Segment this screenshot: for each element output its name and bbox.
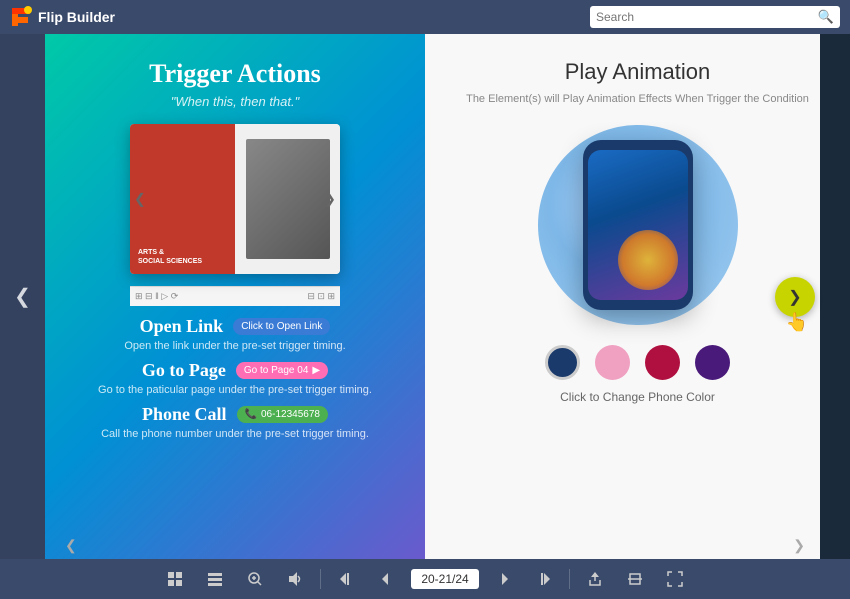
phone-call-button[interactable]: 📞 06-12345678: [237, 406, 328, 423]
phone-mockup: [583, 140, 693, 310]
book-preview-image: [246, 139, 330, 259]
phone-screen-glow: [618, 230, 678, 290]
open-link-action: Open Link Click to Open Link Open the li…: [65, 316, 405, 352]
book-preview: ARTS &SOCIAL SCIENCES ❮ ❯: [130, 124, 340, 274]
color-swatch-purple[interactable]: [695, 345, 730, 380]
go-to-page-desc: Go to the paticular page under the pre-s…: [98, 384, 372, 396]
phone-circle: [538, 125, 738, 325]
phone-screen: [588, 150, 688, 300]
go-to-page-icon: ▶: [312, 365, 320, 376]
left-page: Trigger Actions "When this, then that." …: [45, 34, 425, 559]
phone-call-title: Phone Call: [142, 404, 227, 425]
sound-button[interactable]: [275, 559, 315, 599]
search-input[interactable]: [596, 10, 818, 24]
book-toolbar: ⊞ ⊟ ‖ ▷ ⟳ ⊟ ⊡ ⊞: [130, 286, 340, 306]
go-to-page-label: Go to Page 04: [244, 365, 309, 376]
color-swatch-red[interactable]: [645, 345, 680, 380]
grid-view-button[interactable]: [155, 559, 195, 599]
color-swatches: [545, 345, 730, 380]
book-container: Trigger Actions "When this, then that." …: [45, 34, 850, 559]
phone-call-desc: Call the phone number under the pre-set …: [101, 428, 369, 440]
fullscreen-button[interactable]: [655, 559, 695, 599]
left-arrow-icon: ❮: [14, 284, 31, 309]
book-toolbar-extra: ⊟ ⊡ ⊞: [307, 291, 335, 302]
book-toolbar-controls: ⊞ ⊟ ‖ ▷ ⟳: [135, 291, 178, 302]
dark-side-panel: [820, 34, 850, 559]
last-page-button[interactable]: [524, 559, 564, 599]
left-page-scroll-left[interactable]: ❮: [65, 537, 77, 554]
trigger-actions-title: Trigger Actions: [149, 59, 321, 89]
go-to-page-action: Go to Page Go to Page 04 ▶ Go to the pat…: [65, 360, 405, 396]
footer-toolbar: 20-21/24: [0, 559, 850, 599]
prev-page-button[interactable]: ❮: [0, 34, 45, 559]
play-animation-title: Play Animation: [565, 59, 711, 85]
open-link-desc: Open the link under the pre-set trigger …: [124, 340, 345, 352]
next-page-button[interactable]: ❯: [775, 277, 815, 317]
logo-icon: [10, 6, 32, 28]
footer-separator-2: [569, 569, 570, 589]
cursor-icon: 👆: [786, 312, 808, 333]
page-indicator[interactable]: 20-21/24: [411, 569, 478, 589]
right-page-scroll-right[interactable]: ❯: [793, 537, 805, 554]
open-link-title: Open Link: [140, 316, 224, 337]
phone-number-label: 06-12345678: [261, 409, 320, 420]
next-page-button-footer[interactable]: [484, 559, 524, 599]
color-caption: Click to Change Phone Color: [560, 390, 715, 404]
go-to-page-button[interactable]: Go to Page 04 ▶: [236, 362, 328, 379]
book-prev-arrow[interactable]: ❮: [134, 191, 146, 208]
phone-icon: 📞: [245, 409, 257, 420]
search-icon[interactable]: 🔍: [818, 9, 834, 25]
prev-page-button-footer[interactable]: [366, 559, 406, 599]
footer-separator-1: [320, 569, 321, 589]
right-arrow-icon: ❯: [788, 287, 801, 307]
fullscreen-exit-button[interactable]: [615, 559, 655, 599]
color-swatch-navy[interactable]: [545, 345, 580, 380]
play-animation-desc: The Element(s) will Play Animation Effec…: [466, 93, 809, 105]
share-button[interactable]: [575, 559, 615, 599]
book-preview-inner: ARTS &SOCIAL SCIENCES: [130, 124, 340, 274]
go-to-page-title: Go to Page: [142, 360, 226, 381]
zoom-button[interactable]: [235, 559, 275, 599]
open-link-button[interactable]: Click to Open Link: [233, 318, 330, 335]
book-preview-label: ARTS &SOCIAL SCIENCES: [138, 249, 227, 266]
color-swatch-pink[interactable]: [595, 345, 630, 380]
book-next-arrow[interactable]: ❯: [324, 191, 336, 208]
list-view-button[interactable]: [195, 559, 235, 599]
first-page-button[interactable]: [326, 559, 366, 599]
logo-area: Flip Builder: [10, 6, 115, 28]
logo-text: Flip Builder: [38, 9, 115, 25]
search-box: 🔍: [590, 6, 840, 28]
main-content: ❮ Trigger Actions "When this, then that.…: [0, 34, 850, 559]
phone-call-action: Phone Call 📞 06-12345678 Call the phone …: [65, 404, 405, 440]
trigger-actions-subtitle: "When this, then that.": [171, 94, 299, 109]
header: Flip Builder 🔍: [0, 0, 850, 34]
